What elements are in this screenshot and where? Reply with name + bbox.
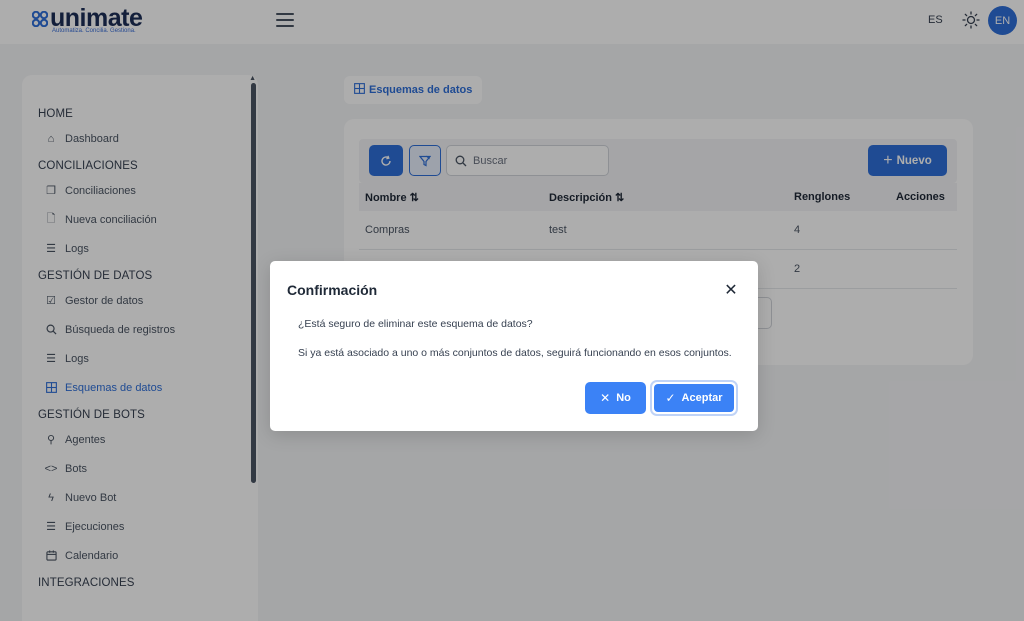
- no-button-label: No: [616, 392, 631, 404]
- accept-button[interactable]: ✓ Aceptar: [650, 380, 738, 416]
- confirmation-dialog: Confirmación ✕ ¿Está seguro de eliminar …: [270, 261, 758, 431]
- dialog-message-detail: Si ya está asociado a uno o más conjunto…: [298, 347, 732, 359]
- dialog-title: Confirmación: [287, 282, 378, 298]
- no-button[interactable]: ✕ No: [585, 382, 646, 414]
- check-icon: ✓: [665, 391, 676, 405]
- close-icon: ✕: [600, 391, 611, 405]
- accept-button-label: Aceptar: [681, 392, 723, 404]
- dialog-message: ¿Está seguro de eliminar este esquema de…: [298, 318, 533, 330]
- close-icon[interactable]: ✕: [722, 281, 740, 299]
- accept-button-body: ✓ Aceptar: [654, 384, 734, 412]
